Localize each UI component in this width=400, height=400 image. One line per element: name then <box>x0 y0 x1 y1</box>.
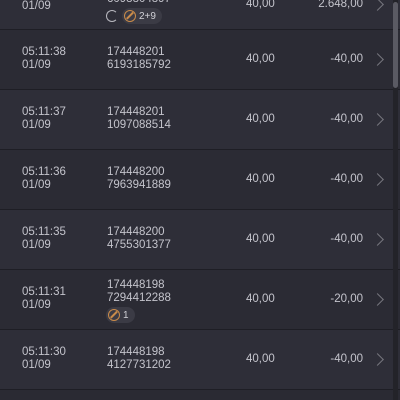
row-id-primary: 174448201 <box>107 46 165 58</box>
bonus-badge: 2+9 <box>122 8 162 24</box>
row-win: -40,00 <box>330 113 363 125</box>
row-date: 01/09 <box>22 179 51 191</box>
row-time-value: 05:11:31 <box>22 286 66 298</box>
chevron-right-icon[interactable] <box>371 113 384 126</box>
row-date: 01/09 <box>22 359 51 371</box>
row-bet: 40,00 <box>246 53 275 65</box>
chevron-right-icon[interactable] <box>371 173 384 186</box>
row-id: 174448201 6193185792 <box>107 46 171 72</box>
row-time-value: 05:11:37 <box>22 106 66 118</box>
row-time-value: 05:11:30 <box>22 346 66 358</box>
bet-history-list: 01/09 6098804897 2+9 40,00 2.648,00 05:1… <box>0 0 400 390</box>
row-id-secondary: 7963941889 <box>107 179 171 191</box>
row-time-value: 05:11:36 <box>22 166 66 178</box>
row-id: 174448200 4755301377 <box>107 226 171 252</box>
row-id-secondary: 4755301377 <box>107 239 171 251</box>
row-id: 174448200 7963941889 <box>107 166 171 192</box>
row-id-secondary: 6193185792 <box>107 59 171 71</box>
row-time-value: 05:11:35 <box>22 226 66 238</box>
row-id-primary: 174448201 <box>107 106 165 118</box>
row-date: 01/09 <box>22 119 51 131</box>
chevron-right-icon[interactable] <box>371 53 384 66</box>
bonus-count: 2+9 <box>139 10 156 22</box>
row-bet: 40,00 <box>246 353 275 365</box>
row-time: 05:11:36 01/09 <box>22 166 66 192</box>
row-time: 05:11:31 01/09 <box>22 286 66 312</box>
row-id: 174448198 4127731202 <box>107 346 171 372</box>
row-win: -40,00 <box>330 173 363 185</box>
history-row[interactable]: 05:11:30 01/09 174448198 4127731202 40,0… <box>0 330 400 390</box>
row-bet: 40,00 <box>246 233 275 245</box>
row-bet: 40,00 <box>246 173 275 185</box>
row-id-primary: 174448200 <box>107 166 165 178</box>
row-time: 05:11:38 01/09 <box>22 46 66 72</box>
row-win: 2.648,00 <box>318 0 363 10</box>
row-id-primary: 174448198 <box>107 279 165 291</box>
row-id: 174448201 1097088514 <box>107 106 171 132</box>
row-badges: 2+9 <box>106 8 162 24</box>
bonus-count: 1 <box>123 309 129 321</box>
refresh-icon <box>106 10 118 22</box>
row-bet: 40,00 <box>246 113 275 125</box>
row-bet: 40,00 <box>246 0 275 10</box>
row-date: 01/09 <box>22 59 51 71</box>
history-row[interactable]: 01/09 6098804897 2+9 40,00 2.648,00 <box>0 0 400 30</box>
row-time: 05:11:37 01/09 <box>22 106 66 132</box>
scrollbar-thumb[interactable] <box>393 2 398 88</box>
row-time: 01/09 <box>22 0 51 13</box>
history-row[interactable]: 05:11:37 01/09 174448201 1097088514 40,0… <box>0 90 400 150</box>
row-badges: 1 <box>106 307 135 323</box>
row-id: 174448198 7294412288 <box>107 279 171 305</box>
row-id: 6098804897 <box>107 0 171 6</box>
row-bet: 40,00 <box>246 293 275 305</box>
row-date: 01/09 <box>22 299 51 311</box>
row-win: -20,00 <box>330 293 363 305</box>
row-date: 01/09 <box>22 0 51 12</box>
bonus-icon <box>108 309 120 321</box>
row-date: 01/09 <box>22 239 51 251</box>
chevron-right-icon[interactable] <box>371 233 384 246</box>
row-id-secondary: 7294412288 <box>107 292 171 304</box>
row-win: -40,00 <box>330 233 363 245</box>
row-time: 05:11:30 01/09 <box>22 346 66 372</box>
chevron-right-icon[interactable] <box>371 293 384 306</box>
row-id-secondary: 4127731202 <box>107 359 171 371</box>
history-row[interactable]: 05:11:36 01/09 174448200 7963941889 40,0… <box>0 150 400 210</box>
row-win: -40,00 <box>330 53 363 65</box>
row-time-value: 05:11:38 <box>22 46 66 58</box>
row-id-secondary: 6098804897 <box>107 0 171 6</box>
history-row[interactable]: 05:11:31 01/09 174448198 7294412288 1 40… <box>0 270 400 330</box>
chevron-right-icon[interactable] <box>371 0 384 11</box>
history-row[interactable]: 05:11:35 01/09 174448200 4755301377 40,0… <box>0 210 400 270</box>
bonus-icon <box>124 10 136 22</box>
row-id-primary: 174448198 <box>107 346 165 358</box>
row-id-primary: 174448200 <box>107 226 165 238</box>
row-time: 05:11:35 01/09 <box>22 226 66 252</box>
row-win: -40,00 <box>330 353 363 365</box>
bonus-badge: 1 <box>106 307 135 323</box>
chevron-right-icon[interactable] <box>371 353 384 366</box>
history-row[interactable]: 05:11:38 01/09 174448201 6193185792 40,0… <box>0 30 400 90</box>
row-id-secondary: 1097088514 <box>107 119 171 131</box>
